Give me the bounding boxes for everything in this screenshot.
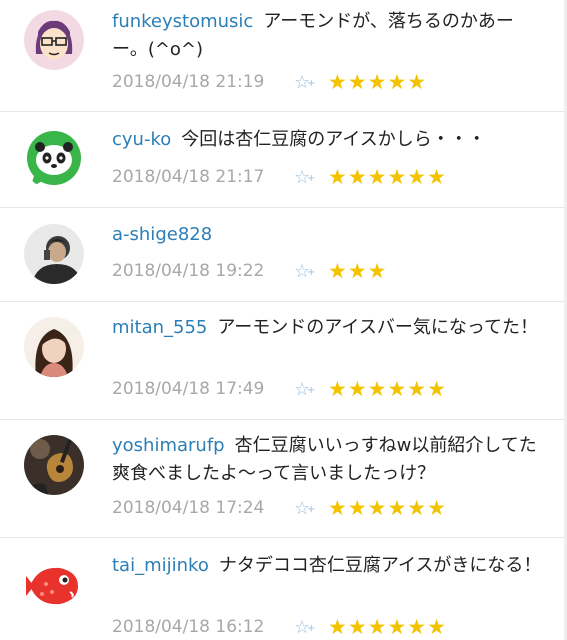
guitar-photo-icon [24,435,84,495]
comment-date: 2018/04/18 21:19 [112,72,265,92]
star-rating: ★★★ [328,259,388,283]
star-rating: ★★★★★★ [328,615,447,639]
star-add-icon[interactable]: ☆ + [294,72,328,93]
comment-username[interactable]: yoshimarufp [112,435,225,456]
star-add-icon[interactable]: ☆ + [294,498,328,519]
avatar[interactable] [24,556,84,616]
comment-list: funkeystomusic アーモンドが、落ちるのかあーー。(^o^) 2018… [0,0,567,640]
comment-date: 2018/04/18 17:24 [112,498,265,518]
comment-item: mitan_555 アーモンドのアイスバー気になってた！ 2018/04/18 1… [0,302,567,420]
comment-message: ナタデココ杏仁豆腐アイスがきになる！ [218,555,542,576]
comment-date: 2018/04/18 21:17 [112,167,265,187]
avatar[interactable] [24,317,84,377]
comment-item: tai_mijinko ナタデココ杏仁豆腐アイスがきになる！ 2018/04/18… [0,538,567,640]
avatar[interactable] [24,435,84,495]
comment-username[interactable]: mitan_555 [112,317,207,338]
comment-item: yoshimarufp 杏仁豆腐いいっすねw以前紹介してた爽食べましたよ～って言い… [0,420,567,538]
comment-username[interactable]: cyu-ko [112,129,171,150]
red-fish-icon [24,556,84,616]
star-rating: ★★★★★★ [328,165,447,189]
avatar[interactable] [24,130,84,190]
comment-username[interactable]: funkeystomusic [112,11,253,32]
star-add-icon[interactable]: ☆ + [294,167,328,188]
comment-username[interactable]: a-shige828 [112,224,212,245]
star-rating: ★★★★★ [328,70,428,94]
avatar[interactable] [24,10,84,70]
comment-date: 2018/04/18 19:22 [112,261,265,281]
star-add-icon[interactable]: ☆ + [294,261,328,282]
comment-item: cyu-ko 今回は杏仁豆腐のアイスかしら・・・ 2018/04/18 21:17… [0,112,567,208]
comment-message: 今回は杏仁豆腐のアイスかしら・・・ [181,129,486,150]
panda-icon [27,131,81,188]
comment-username[interactable]: tai_mijinko [112,555,209,576]
photo-avatar-icon [24,224,84,284]
avatar-illustration-icon [24,10,84,70]
star-add-icon[interactable]: ☆ + [294,379,328,400]
comment-item: funkeystomusic アーモンドが、落ちるのかあーー。(^o^) 2018… [0,0,567,112]
comment-date: 2018/04/18 16:12 [112,617,265,637]
star-rating: ★★★★★★ [328,496,447,520]
comment-date: 2018/04/18 17:49 [112,379,265,399]
star-rating: ★★★★★★ [328,377,447,401]
photo-avatar-icon [24,317,84,377]
comment-item: a-shige828 2018/04/18 19:22 ☆ + ★★★ [0,208,567,302]
star-add-icon[interactable]: ☆ + [294,617,328,638]
avatar[interactable] [24,224,84,284]
comment-message: アーモンドのアイスバー気になってた！ [217,317,538,338]
